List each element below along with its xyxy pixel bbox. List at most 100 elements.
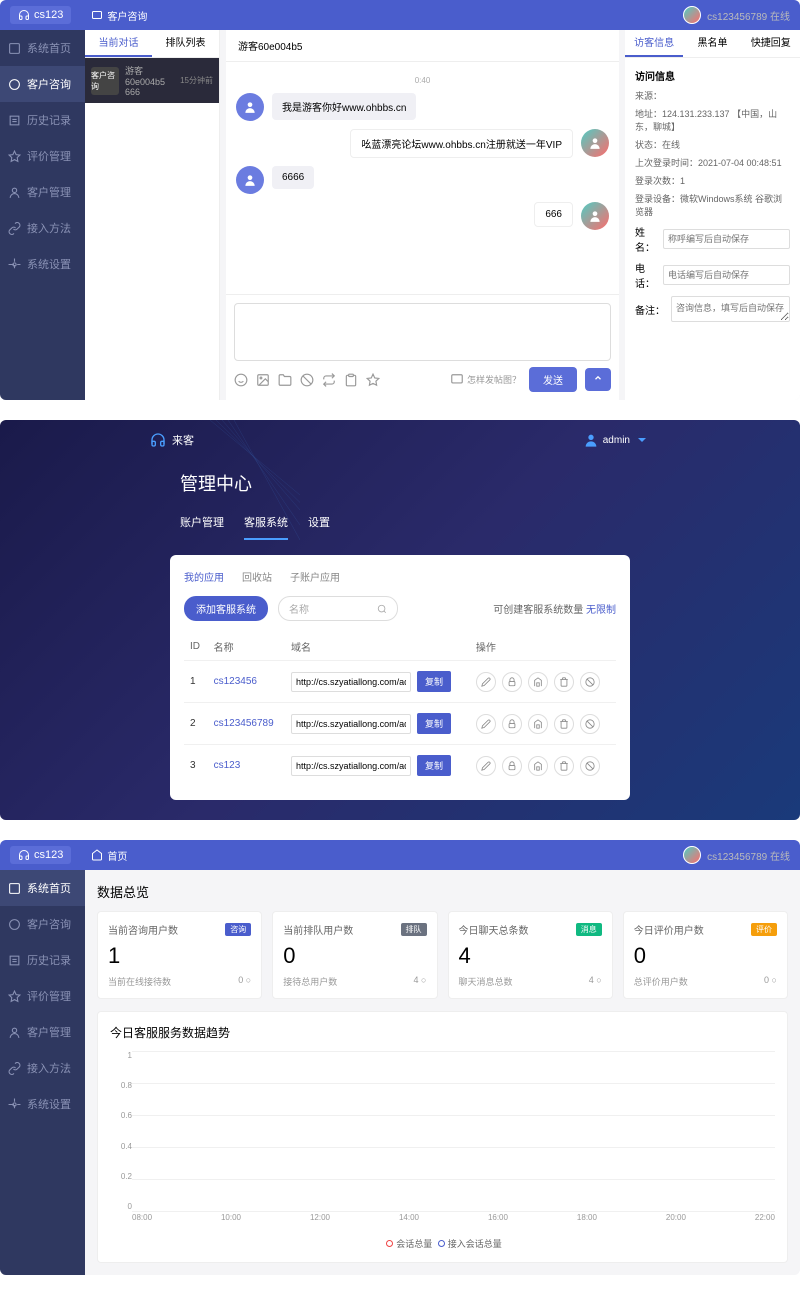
stat-card: 当前咨询用户数咨询1当前在线接待数0 ○	[97, 911, 262, 999]
row-action-button[interactable]	[502, 714, 522, 734]
tab-queue[interactable]: 排队列表	[152, 30, 219, 57]
service-name-link[interactable]: cs123456789	[214, 718, 274, 729]
copy-button[interactable]: 复制	[417, 671, 451, 692]
stat-number: 0	[283, 943, 426, 969]
copy-button[interactable]: 复制	[417, 713, 451, 734]
domain-input[interactable]	[291, 714, 411, 734]
row-action-button[interactable]	[528, 714, 548, 734]
send-dropdown[interactable]	[585, 368, 611, 391]
message-avatar-icon	[236, 166, 264, 194]
add-service-button[interactable]: 添加客服系统	[184, 596, 268, 621]
row-action-button[interactable]	[580, 714, 600, 734]
logo-text: cs123	[34, 9, 63, 21]
chart-legend: 会话总量 接入会话总量	[110, 1237, 775, 1250]
send-button[interactable]: 发送	[529, 367, 577, 392]
block-icon[interactable]	[300, 373, 314, 387]
sidebar-item[interactable]: 系统设置	[0, 246, 85, 282]
row-action-button[interactable]	[502, 756, 522, 776]
search-icon	[377, 604, 387, 614]
sidebar-item[interactable]: 客户咨询	[0, 66, 85, 102]
stat-number: 4	[459, 943, 602, 969]
stat-badge: 排队	[401, 923, 427, 936]
sidebar-item[interactable]: 历史记录	[0, 102, 85, 138]
service-name-link[interactable]: cs123456	[214, 676, 257, 687]
hint-icon	[450, 373, 464, 387]
message-bubble: 666	[534, 202, 573, 227]
stat-card: 当前排队用户数排队0接待总用户数4 ○	[272, 911, 437, 999]
sidebar-item[interactable]: 系统首页	[0, 870, 85, 906]
current-user[interactable]: cs123456789 在线	[683, 846, 790, 864]
stat-badge: 评价	[751, 923, 777, 936]
sidebar-item[interactable]: 客户咨询	[0, 906, 85, 942]
chat-message: 6666	[236, 166, 609, 194]
sidebar-item[interactable]: 客户管理	[0, 1014, 85, 1050]
message-input[interactable]	[234, 303, 611, 361]
row-action-button[interactable]	[554, 714, 574, 734]
row-action-button[interactable]	[554, 672, 574, 692]
emoji-icon[interactable]	[234, 373, 248, 387]
folder-icon[interactable]	[278, 373, 292, 387]
sidebar-item[interactable]: 系统设置	[0, 1086, 85, 1122]
row-action-button[interactable]	[476, 714, 496, 734]
copy-button[interactable]: 复制	[417, 755, 451, 776]
sidebar-item[interactable]: 评价管理	[0, 978, 85, 1014]
sidebar-item[interactable]: 客户管理	[0, 174, 85, 210]
sidebar-item[interactable]: 评价管理	[0, 138, 85, 174]
user-menu[interactable]: admin	[583, 432, 650, 448]
chart-title: 今日客服服务数据趋势	[110, 1024, 775, 1041]
search-input[interactable]: 名称	[278, 596, 398, 621]
row-action-button[interactable]	[580, 672, 600, 692]
info-panel: 访客信息 黑名单 快捷回复 访问信息 来源： 地址：124.131.233.13…	[625, 30, 800, 400]
home-icon	[91, 849, 103, 861]
conversation-time: 15分钟前	[180, 75, 213, 86]
stat-badge: 咨询	[225, 923, 251, 936]
sidebar-item[interactable]: 历史记录	[0, 942, 85, 978]
table-row: 1cs123456复制	[184, 661, 616, 703]
service-name-link[interactable]: cs123	[214, 760, 241, 771]
logo: cs123	[10, 6, 71, 24]
sidebar-icon	[8, 1062, 21, 1075]
image-icon[interactable]	[256, 373, 270, 387]
nav-settings[interactable]: 设置	[308, 506, 330, 540]
row-action-button[interactable]	[554, 756, 574, 776]
sidebar-icon	[8, 78, 21, 91]
sidebar-item[interactable]: 接入方法	[0, 1050, 85, 1086]
tab-blacklist[interactable]: 黑名单	[683, 30, 741, 57]
stat-number: 0	[634, 943, 777, 969]
stat-badge: 消息	[576, 923, 602, 936]
domain-input[interactable]	[291, 672, 411, 692]
sidebar-icon	[8, 150, 21, 163]
chevron-up-icon	[593, 373, 603, 383]
row-action-button[interactable]	[528, 756, 548, 776]
subtab-recycle[interactable]: 回收站	[242, 569, 272, 584]
row-action-button[interactable]	[528, 672, 548, 692]
row-action-button[interactable]	[502, 672, 522, 692]
phone-input[interactable]	[663, 265, 790, 285]
star-icon[interactable]	[366, 373, 380, 387]
name-input[interactable]	[663, 229, 790, 249]
sidebar-icon	[8, 258, 21, 271]
remark-input[interactable]	[671, 296, 790, 322]
tab-quick-reply[interactable]: 快捷回复	[742, 30, 800, 57]
headset-icon	[18, 9, 30, 21]
transfer-icon[interactable]	[322, 373, 336, 387]
visitor-name: 游客60e004b5	[125, 64, 174, 87]
subtab-sub-apps[interactable]: 子账户应用	[290, 569, 340, 584]
info-title: 访问信息	[635, 68, 790, 83]
row-action-button[interactable]	[476, 756, 496, 776]
sidebar-item[interactable]: 系统首页	[0, 30, 85, 66]
current-user[interactable]: cs123456789 在线	[683, 6, 790, 24]
domain-input[interactable]	[291, 756, 411, 776]
header-bar: cs123 首页 cs123456789 在线	[0, 840, 800, 870]
service-table: ID名称域名操作 1cs123456复制2cs123456789复制3cs123…	[184, 633, 616, 786]
tab-visitor-info[interactable]: 访客信息	[625, 30, 683, 57]
sidebar: 系统首页客户咨询历史记录评价管理客户管理接入方法系统设置	[0, 30, 85, 400]
row-action-button[interactable]	[476, 672, 496, 692]
conversation-item[interactable]: 客户咨询 游客60e004b5 666 15分钟前	[85, 58, 219, 103]
sidebar-icon	[8, 222, 21, 235]
row-action-button[interactable]	[580, 756, 600, 776]
subtab-my-apps[interactable]: 我的应用	[184, 569, 224, 584]
tab-current-chat[interactable]: 当前对话	[85, 30, 152, 57]
sidebar-item[interactable]: 接入方法	[0, 210, 85, 246]
clipboard-icon[interactable]	[344, 373, 358, 387]
